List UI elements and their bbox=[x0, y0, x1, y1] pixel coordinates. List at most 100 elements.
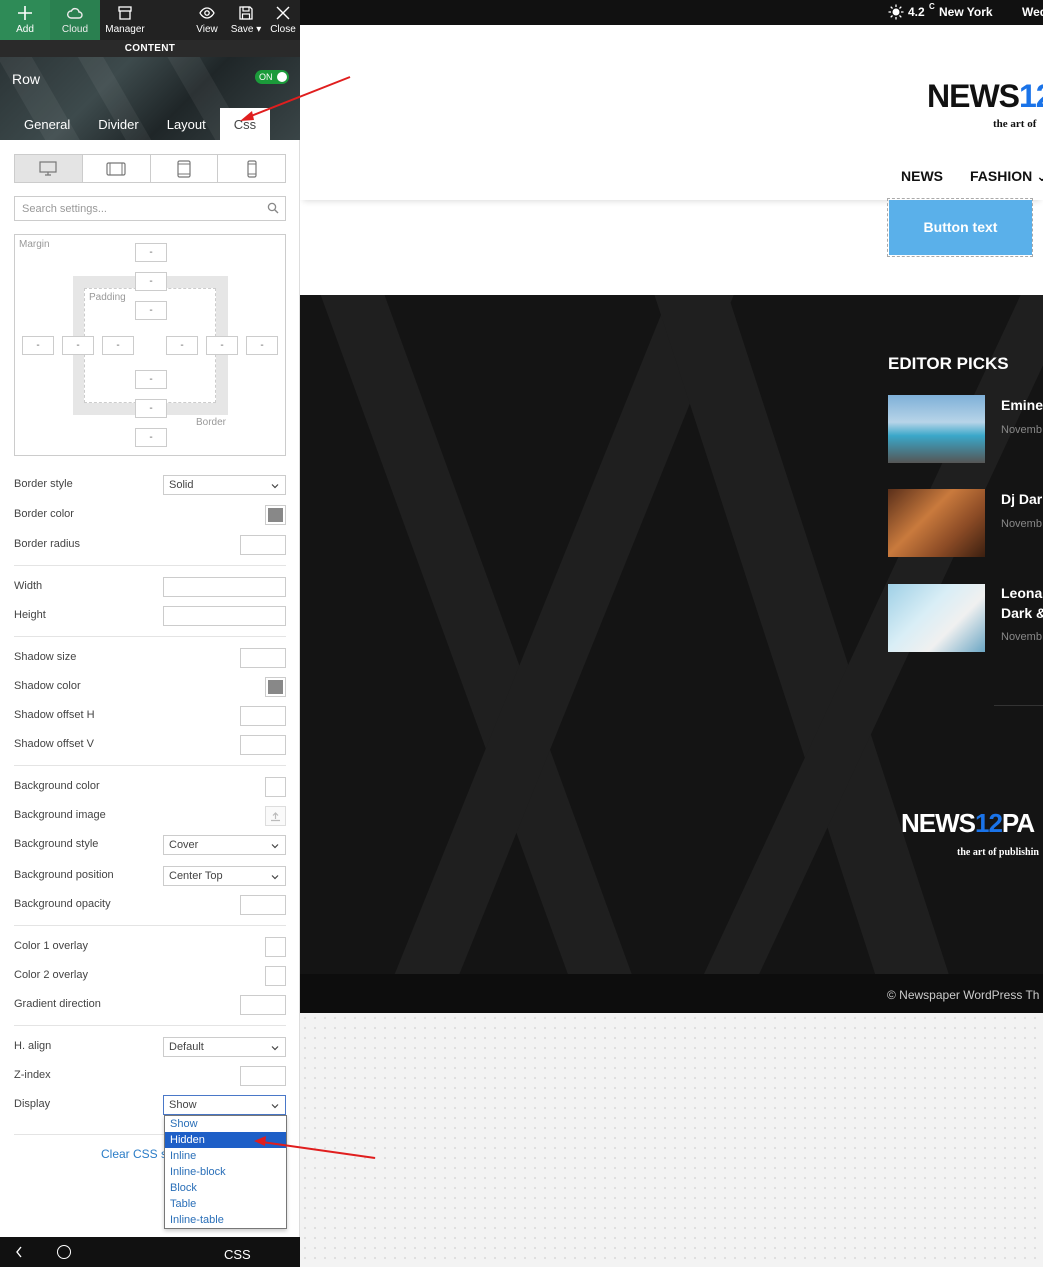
tablet-portrait-device-button[interactable] bbox=[151, 155, 219, 182]
search-input[interactable] bbox=[15, 197, 255, 220]
padding-right-input[interactable]: - bbox=[166, 336, 198, 355]
pick-thumbnail[interactable] bbox=[888, 584, 985, 652]
chevron-down-icon bbox=[271, 484, 279, 489]
border-style-select[interactable]: Solid bbox=[163, 475, 286, 495]
top-info-bar: 4.2 C New York Wed bbox=[300, 0, 1043, 25]
display-option-show[interactable]: Show bbox=[165, 1116, 286, 1132]
margin-right-input[interactable]: - bbox=[246, 336, 278, 355]
tab-divider[interactable]: Divider bbox=[84, 108, 152, 140]
shadow-offset-v-input[interactable] bbox=[240, 735, 286, 755]
tab-css[interactable]: Css bbox=[219, 108, 271, 140]
margin-bottom-input[interactable]: - bbox=[135, 428, 167, 447]
display-option-block[interactable]: Block bbox=[165, 1180, 286, 1196]
background-style-select[interactable]: Cover bbox=[163, 835, 286, 855]
phone-device-button[interactable] bbox=[218, 155, 285, 182]
chevron-down-icon bbox=[271, 844, 279, 849]
row-title: Row bbox=[12, 71, 41, 87]
border-bottom-input[interactable]: - bbox=[135, 399, 167, 418]
cloud-button[interactable]: Cloud bbox=[50, 0, 100, 40]
display-option-hidden[interactable]: Hidden bbox=[165, 1132, 286, 1148]
preview-button[interactable]: Button text bbox=[889, 200, 1032, 255]
settings-panel: Add Cloud Manager View Save ▾ Close CONT… bbox=[0, 0, 300, 1267]
upload-icon bbox=[271, 811, 280, 821]
shadow-offset-h-input[interactable] bbox=[240, 706, 286, 726]
search-icon[interactable] bbox=[267, 202, 279, 214]
display-option-inline-table[interactable]: Inline-table bbox=[165, 1212, 286, 1228]
close-button[interactable]: Close bbox=[266, 0, 300, 40]
site-logo[interactable]: NEWS12 bbox=[927, 78, 1043, 115]
chevron-down-icon bbox=[271, 1104, 279, 1109]
close-label: Close bbox=[270, 24, 296, 35]
background-style-label: Background style bbox=[14, 838, 99, 850]
site-tagline: the art of bbox=[993, 118, 1037, 130]
display-option-inline-block[interactable]: Inline-block bbox=[165, 1164, 286, 1180]
pick-title[interactable]: Dj Dark bbox=[1001, 491, 1043, 507]
add-button[interactable]: Add bbox=[0, 0, 50, 40]
pick-thumbnail[interactable] bbox=[888, 395, 985, 463]
margin-left-input[interactable]: - bbox=[22, 336, 54, 355]
footer-logo-suffix: PA bbox=[1001, 808, 1035, 838]
gradient-direction-input[interactable] bbox=[240, 995, 286, 1015]
background-image-upload[interactable] bbox=[265, 806, 286, 826]
display-option-table[interactable]: Table bbox=[165, 1196, 286, 1212]
display-select[interactable]: Show bbox=[163, 1095, 286, 1115]
h-align-select[interactable]: Default bbox=[163, 1037, 286, 1057]
border-style-value: Solid bbox=[169, 479, 194, 491]
tab-bar: General Divider Layout Css bbox=[0, 108, 300, 140]
shadow-size-input[interactable] bbox=[240, 648, 286, 668]
nav-item-fashion[interactable]: FASHION ⌄ bbox=[970, 168, 1043, 185]
shadow-color-label: Shadow color bbox=[14, 680, 81, 692]
home-circle-icon[interactable] bbox=[57, 1245, 71, 1259]
background-opacity-input[interactable] bbox=[240, 895, 286, 915]
manager-icon bbox=[117, 5, 133, 21]
shadow-color-swatch[interactable] bbox=[265, 677, 286, 697]
z-index-input[interactable] bbox=[240, 1066, 286, 1086]
border-color-swatch[interactable] bbox=[265, 505, 286, 525]
background-color-swatch[interactable] bbox=[265, 777, 286, 797]
nav-item-news[interactable]: NEWS bbox=[901, 168, 943, 184]
save-button[interactable]: Save ▾ bbox=[226, 0, 266, 40]
border-right-input[interactable]: - bbox=[206, 336, 238, 355]
border-left-input[interactable]: - bbox=[62, 336, 94, 355]
chevron-left-icon[interactable] bbox=[14, 1245, 24, 1259]
pick-thumbnail[interactable] bbox=[888, 489, 985, 557]
tab-general[interactable]: General bbox=[10, 108, 84, 140]
display-option-inline[interactable]: Inline bbox=[165, 1148, 286, 1164]
background-position-select[interactable]: Center Top bbox=[163, 866, 286, 886]
width-input[interactable] bbox=[163, 577, 286, 597]
padding-bottom-input[interactable]: - bbox=[135, 370, 167, 389]
tablet-landscape-device-button[interactable] bbox=[83, 155, 151, 182]
background-position-value: Center Top bbox=[169, 870, 223, 882]
clear-css-link[interactable]: Clear CSS settings bbox=[101, 1147, 164, 1161]
row-on-toggle[interactable]: ON bbox=[255, 70, 289, 84]
border-style-label: Border style bbox=[14, 478, 73, 490]
padding-top-input[interactable]: - bbox=[135, 301, 167, 320]
border-top-input[interactable]: - bbox=[135, 272, 167, 291]
box-model-editor: Margin Padding Border - - - - - - - - - … bbox=[14, 234, 286, 456]
height-input[interactable] bbox=[163, 606, 286, 626]
footer-logo[interactable]: NEWS12PA bbox=[901, 808, 1035, 839]
padding-left-input[interactable]: - bbox=[102, 336, 134, 355]
tab-layout[interactable]: Layout bbox=[153, 108, 220, 140]
z-index-row: Z-index bbox=[14, 1066, 286, 1087]
pick-title[interactable]: Leona bbox=[1001, 585, 1042, 601]
bottom-css-label[interactable]: CSS bbox=[224, 1247, 251, 1262]
background-style-row: Background style Cover bbox=[14, 835, 286, 856]
desktop-device-button[interactable] bbox=[15, 155, 83, 182]
padding-label: Padding bbox=[89, 292, 126, 303]
border-radius-input[interactable] bbox=[240, 535, 286, 555]
color1-overlay-swatch[interactable] bbox=[265, 937, 286, 957]
save-label: Save ▾ bbox=[230, 24, 262, 35]
manager-button[interactable]: Manager bbox=[100, 0, 150, 40]
toolbar: Add Cloud Manager View Save ▾ Close bbox=[0, 0, 300, 40]
pick-title-line2[interactable]: Dark & bbox=[1001, 605, 1043, 621]
bottom-bar: CSS bbox=[0, 1237, 300, 1267]
pick-title[interactable]: Eminer bbox=[1001, 397, 1043, 413]
shadow-size-row: Shadow size bbox=[14, 648, 286, 669]
height-label: Height bbox=[14, 609, 46, 621]
shadow-color-row: Shadow color bbox=[14, 677, 286, 698]
margin-top-input[interactable]: - bbox=[135, 243, 167, 262]
color2-overlay-swatch[interactable] bbox=[265, 966, 286, 986]
view-button[interactable]: View bbox=[188, 0, 226, 40]
